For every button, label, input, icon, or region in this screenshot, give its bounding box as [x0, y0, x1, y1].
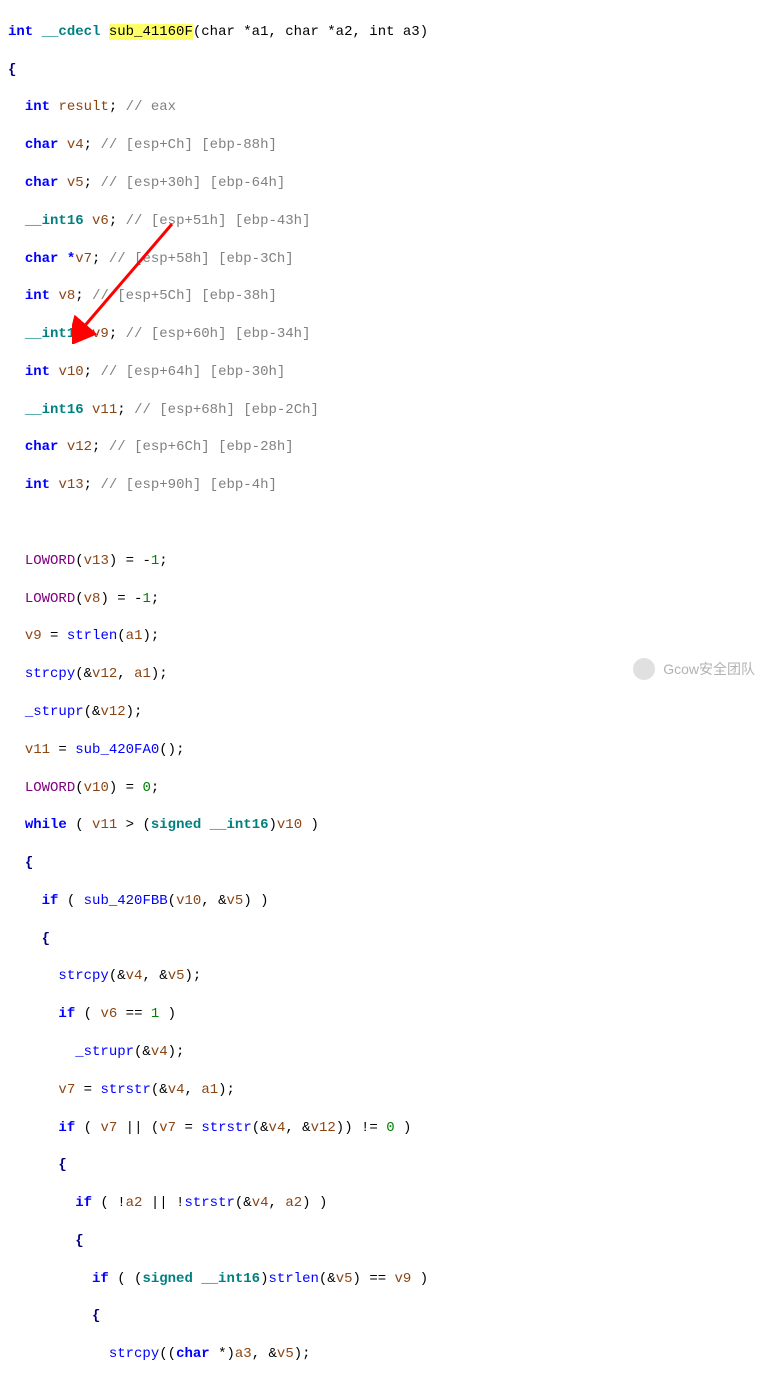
func-signature: int __cdecl sub_41160F(char *a1, char *a… — [8, 23, 761, 42]
watermark-text: Gcow安全团队 — [663, 659, 755, 679]
watermark-icon — [633, 658, 655, 680]
decompiled-code: int __cdecl sub_41160F(char *a1, char *a… — [0, 0, 769, 1384]
watermark: Gcow安全团队 — [633, 658, 755, 680]
